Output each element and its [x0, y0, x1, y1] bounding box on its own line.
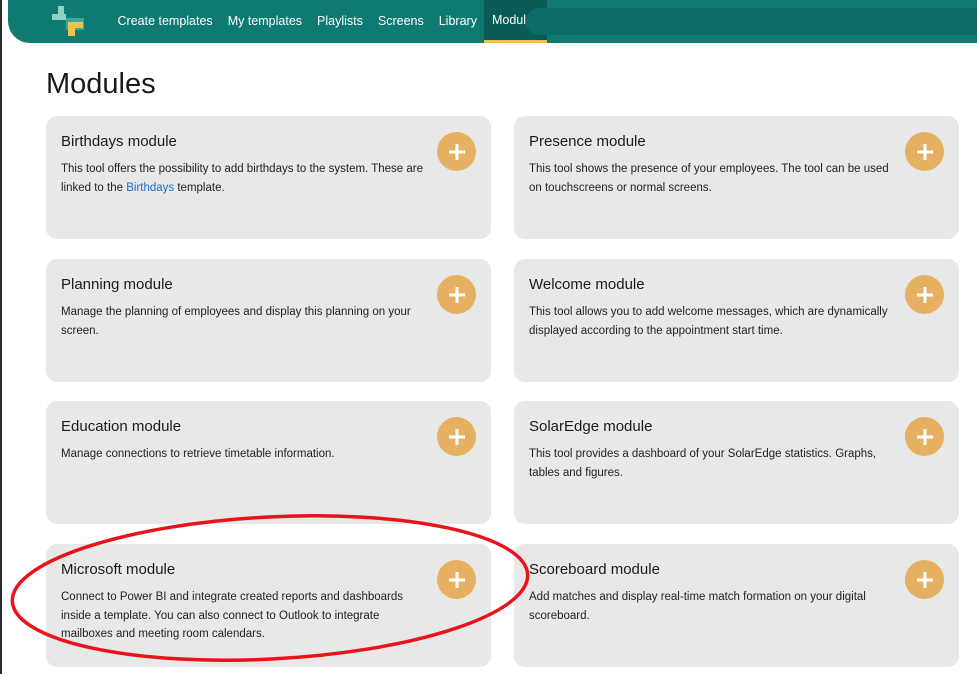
- module-card-scoreboard: Scoreboard module Add matches and displa…: [514, 544, 959, 667]
- module-title: Planning module: [61, 276, 173, 293]
- plus-icon: [448, 428, 465, 445]
- search-bar[interactable]: [526, 8, 977, 35]
- module-description: This tool offers the possibility to add …: [61, 163, 424, 194]
- plus-icon: [448, 571, 465, 588]
- add-module-button[interactable]: [437, 132, 476, 171]
- add-module-button[interactable]: [437, 417, 476, 456]
- nav-create-templates[interactable]: Create templates: [110, 0, 220, 43]
- module-card-birthdays: Birthdays module This tool offers the po…: [46, 116, 491, 239]
- add-module-button[interactable]: [905, 132, 944, 171]
- plus-icon: [448, 143, 465, 160]
- module-card-solaredge: SolarEdge module This tool provides a da…: [514, 401, 959, 524]
- module-title: Welcome module: [529, 276, 645, 293]
- module-description: Manage the planning of employees and dis…: [61, 306, 411, 337]
- window-edge: [0, 0, 2, 674]
- module-card-education: Education module Manage connections to r…: [46, 401, 491, 524]
- nav-my-templates[interactable]: My templates: [220, 0, 309, 43]
- app-logo[interactable]: [48, 4, 88, 38]
- module-title: Education module: [61, 418, 182, 435]
- module-description: Connect to Power BI and integrate create…: [61, 591, 404, 640]
- add-module-button[interactable]: [905, 417, 944, 456]
- nav-playlists[interactable]: Playlists: [310, 0, 371, 43]
- plus-icon: [916, 286, 933, 303]
- top-navbar: Create templates My templates Playlists …: [8, 0, 977, 43]
- module-title: Scoreboard module: [529, 561, 660, 578]
- add-module-button[interactable]: [905, 275, 944, 314]
- nav-library[interactable]: Library: [431, 0, 484, 43]
- plus-icon: [916, 143, 933, 160]
- module-description: Add matches and display real-time match …: [529, 591, 866, 622]
- plus-icon: [916, 428, 933, 445]
- module-card-presence: Presence module This tool shows the pres…: [514, 116, 959, 239]
- plus-icon: [448, 286, 465, 303]
- module-title: SolarEdge module: [529, 418, 653, 435]
- plus-icon: [916, 571, 933, 588]
- birthdays-template-link[interactable]: Birthdays: [126, 182, 174, 194]
- module-card-welcome: Welcome module This tool allows you to a…: [514, 259, 959, 382]
- nav-menu: Create templates My templates Playlists …: [110, 0, 547, 43]
- module-title: Birthdays module: [61, 133, 177, 150]
- page-title: Modules: [46, 68, 156, 100]
- module-card-microsoft: Microsoft module Connect to Power BI and…: [46, 544, 491, 667]
- module-title: Presence module: [529, 133, 646, 150]
- add-module-button[interactable]: [437, 275, 476, 314]
- module-title: Microsoft module: [61, 561, 176, 578]
- module-description: This tool provides a dashboard of your S…: [529, 448, 877, 479]
- nav-screens[interactable]: Screens: [370, 0, 431, 43]
- add-module-button[interactable]: [437, 560, 476, 599]
- module-description: Manage connections to retrieve timetable…: [61, 448, 335, 460]
- add-module-button[interactable]: [905, 560, 944, 599]
- module-description: This tool allows you to add welcome mess…: [529, 306, 888, 337]
- modules-grid: Birthdays module This tool offers the po…: [46, 116, 959, 676]
- module-description: This tool shows the presence of your emp…: [529, 163, 889, 194]
- module-card-planning: Planning module Manage the planning of e…: [46, 259, 491, 382]
